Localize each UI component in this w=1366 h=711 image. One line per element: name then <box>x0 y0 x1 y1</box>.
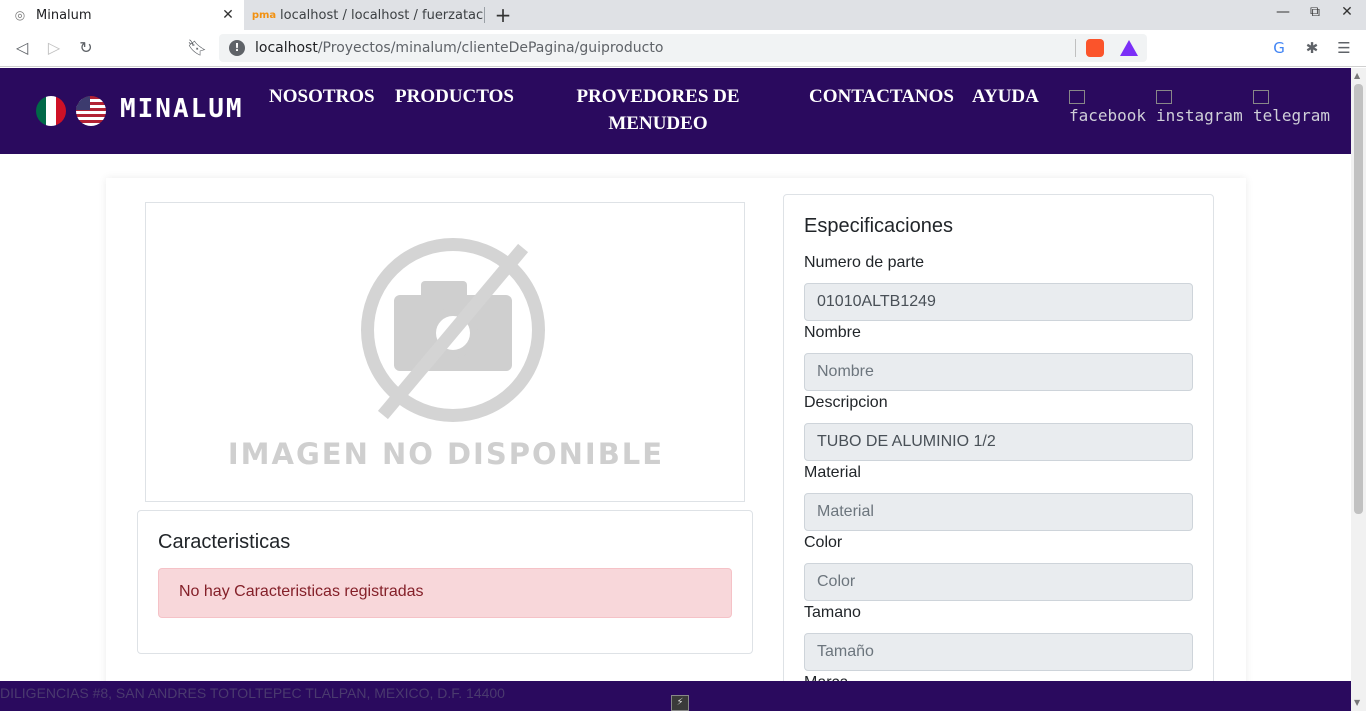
page-viewport: MINALUM NOSOTROS PRODUCTOS PROVEDORES DE… <box>0 68 1351 711</box>
brave-shield-icon[interactable] <box>1086 39 1104 57</box>
tab-minalum[interactable]: ◎ Minalum ✕ <box>0 0 244 30</box>
part-number-field[interactable] <box>804 283 1193 321</box>
browser-tab-bar: ◎ Minalum ✕ pma localhost / localhost / … <box>0 0 1366 30</box>
instagram-link[interactable]: instagram <box>1156 90 1243 125</box>
name-label: Nombre <box>804 324 861 341</box>
size-field[interactable] <box>804 633 1193 671</box>
forward-icon[interactable]: ▷ <box>42 37 66 59</box>
restore-icon[interactable]: ⧉ <box>1300 4 1330 20</box>
minimize-icon[interactable]: — <box>1268 4 1298 20</box>
tab-divider <box>484 7 485 23</box>
material-label: Material <box>804 464 861 481</box>
tab-title: localhost / localhost / fuerzatac <box>280 7 484 23</box>
features-title: Caracteristicas <box>158 531 291 553</box>
mexico-flag-icon[interactable] <box>36 96 66 126</box>
description-field[interactable] <box>804 423 1193 461</box>
nav-link-provedores-line2: MENUDEO <box>608 113 708 134</box>
nav-link-provedores[interactable]: PROVEDORES DE MENUDEO <box>573 83 743 137</box>
name-field[interactable] <box>804 353 1193 391</box>
broken-image-icon <box>1069 90 1085 104</box>
material-field[interactable] <box>804 493 1193 531</box>
close-icon[interactable]: ✕ <box>218 7 238 23</box>
nav-link-ayuda[interactable]: AYUDA <box>972 83 1039 110</box>
address-bar[interactable]: ! localhost/Proyectos/minalum/clienteDeP… <box>219 34 1147 62</box>
description-label: Descripcion <box>804 394 888 411</box>
nav-link-nosotros[interactable]: NOSOTROS <box>269 83 375 110</box>
scroll-down-icon[interactable]: ▼ <box>1354 698 1360 707</box>
features-empty-alert: No hay Caracteristicas registradas <box>158 568 732 618</box>
telegram-link[interactable]: telegram <box>1253 90 1330 125</box>
brave-rewards-icon[interactable] <box>1120 40 1138 56</box>
footer-address: DILIGENCIAS #8, SAN ANDRES TOTOLTEPEC TL… <box>0 685 505 701</box>
brand-logo[interactable]: MINALUM <box>120 94 244 124</box>
reload-icon[interactable]: ↻ <box>74 37 98 59</box>
nav-link-contactanos[interactable]: CONTACTANOS <box>809 83 954 110</box>
color-label: Color <box>804 534 843 551</box>
nav-link-provedores-line1: PROVEDORES DE <box>576 86 740 107</box>
translate-icon[interactable]: G <box>1270 39 1288 57</box>
tab-phpmyadmin[interactable]: pma localhost / localhost / fuerzatac <box>244 0 484 30</box>
part-number-label: Numero de parte <box>804 254 925 271</box>
facebook-link[interactable]: facebook <box>1069 90 1146 125</box>
product-image: IMAGEN NO DISPONIBLE <box>145 202 745 502</box>
nav-link-productos[interactable]: PRODUCTOS <box>395 83 514 110</box>
color-field[interactable] <box>804 563 1193 601</box>
scrollbar-thumb[interactable] <box>1354 84 1363 514</box>
size-label: Tamano <box>804 604 861 621</box>
globe-icon: ◎ <box>14 8 26 22</box>
site-navbar: MINALUM NOSOTROS PRODUCTOS PROVEDORES DE… <box>0 68 1351 154</box>
browser-toolbar: ◁ ▷ ↻ 🔖︎ ! localhost/Proyectos/minalum/c… <box>0 30 1366 67</box>
bookmark-icon[interactable]: 🔖︎ <box>185 37 209 59</box>
features-panel: Caracteristicas No hay Caracteristicas r… <box>137 510 753 654</box>
omnibox-divider <box>1075 39 1076 57</box>
url-text[interactable]: localhost/Proyectos/minalum/clienteDePag… <box>255 40 1075 56</box>
broken-image-icon <box>1253 90 1269 104</box>
no-image-text: IMAGEN NO DISPONIBLE <box>227 437 665 471</box>
scroll-up-icon[interactable]: ▲ <box>1354 71 1360 80</box>
usa-flag-icon[interactable] <box>76 96 106 126</box>
page-scrollbar[interactable]: ▲ ▼ <box>1351 68 1366 711</box>
close-window-icon[interactable]: ✕ <box>1332 4 1362 20</box>
broken-image-icon <box>1156 90 1172 104</box>
info-icon[interactable]: ! <box>229 40 245 56</box>
phpmyadmin-icon: pma <box>251 9 277 21</box>
menu-icon[interactable]: ☰ <box>1335 39 1353 57</box>
new-tab-icon[interactable]: + <box>492 4 514 26</box>
specifications-title: Especificaciones <box>804 215 953 237</box>
specifications-panel: Especificaciones Numero de parte Nombre … <box>783 194 1214 711</box>
extensions-icon[interactable]: ✱ <box>1303 39 1321 57</box>
chat-widget-icon[interactable]: ⚡ <box>671 695 689 711</box>
back-icon[interactable]: ◁ <box>10 37 34 59</box>
tab-title: Minalum <box>36 7 92 23</box>
site-footer: DILIGENCIAS #8, SAN ANDRES TOTOLTEPEC TL… <box>0 681 1351 711</box>
